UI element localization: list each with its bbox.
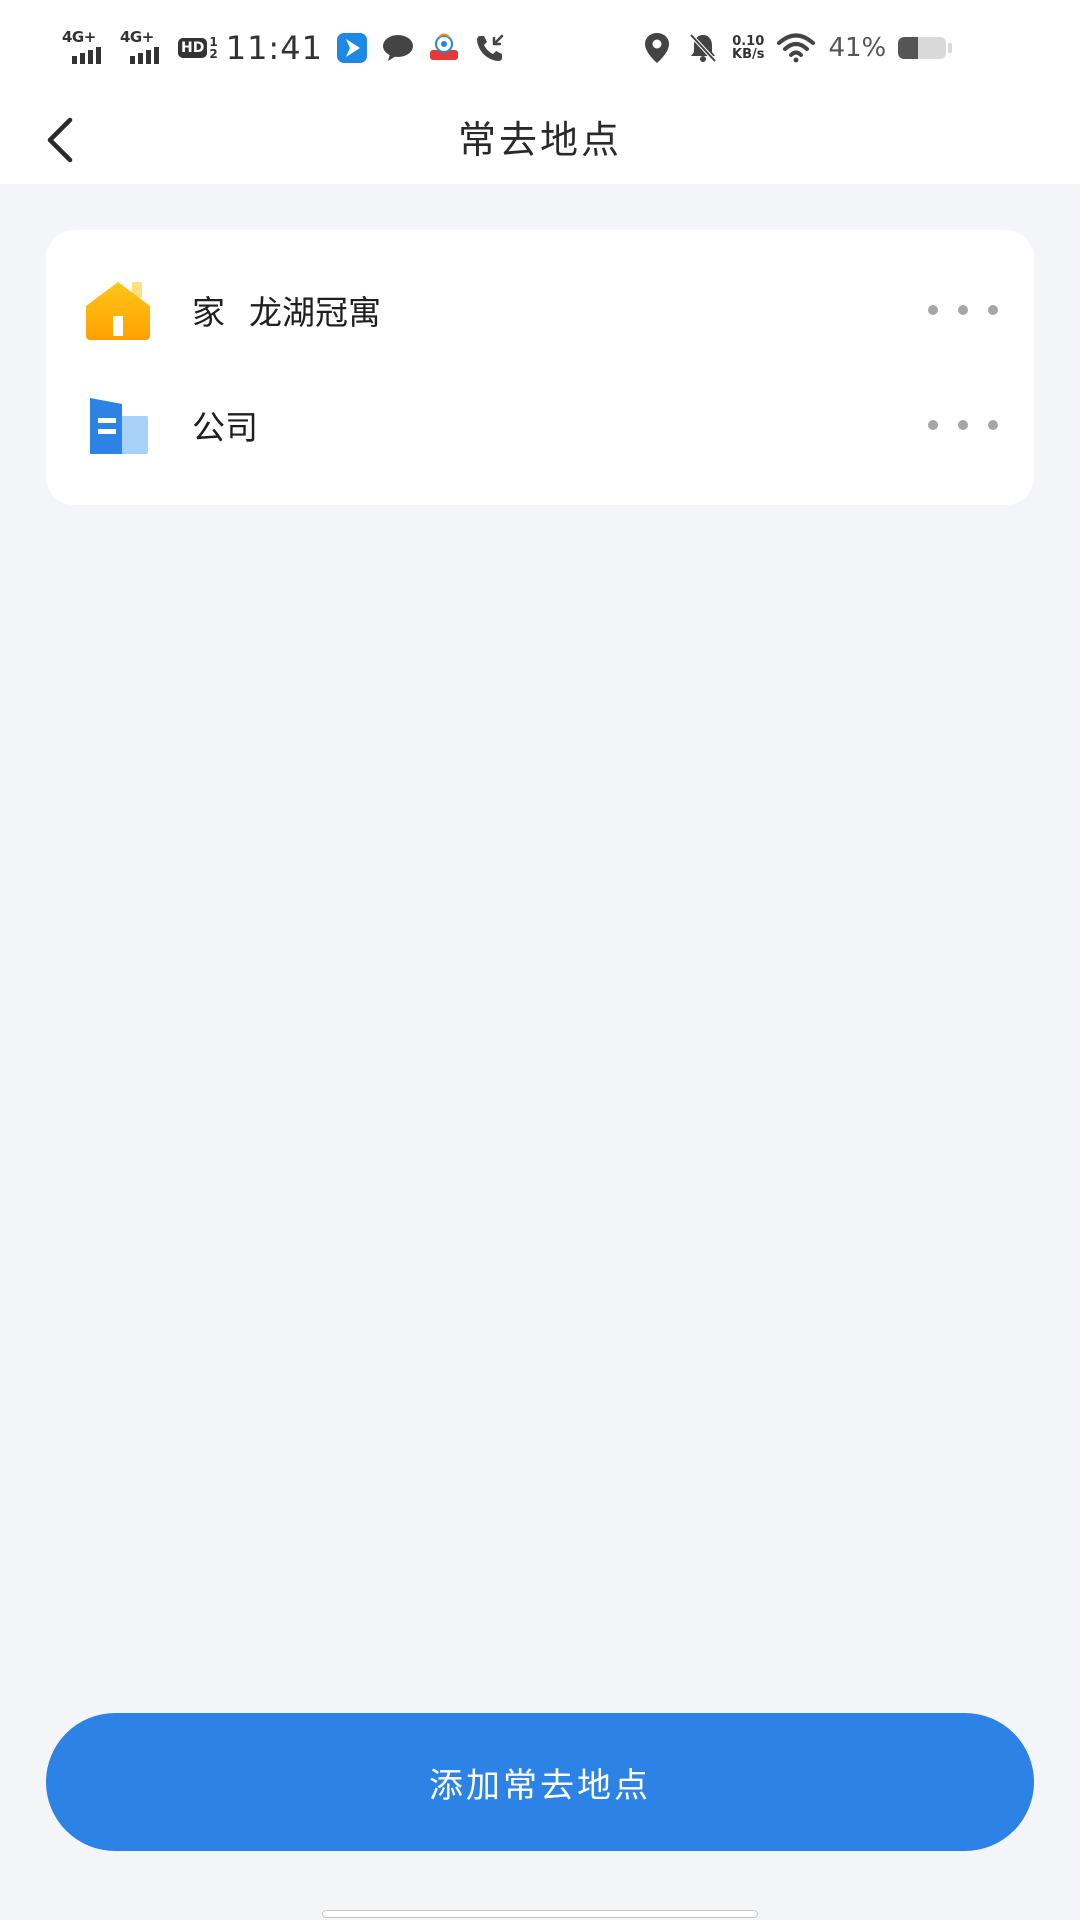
cellular-signal-1: 4G+ <box>62 28 112 68</box>
wifi-icon <box>776 31 816 65</box>
app-icon-mascot <box>427 31 461 65</box>
app-icon-blue-arrow <box>335 31 369 65</box>
battery-tip <box>948 43 953 53</box>
place-name: 家 <box>192 292 225 332</box>
places-card: 家 龙湖冠寓 公司 <box>46 230 1034 505</box>
place-address: 龙湖冠寓 <box>249 292 381 332</box>
place-row-company[interactable]: 公司 <box>46 367 1034 482</box>
home-indicator[interactable] <box>322 1910 758 1918</box>
status-bar-right: 0.10 KB/s 41% <box>640 24 953 72</box>
more-options-button[interactable] <box>928 290 998 330</box>
chat-bubble-icon <box>381 31 415 65</box>
place-label-company: 公司 <box>192 401 282 449</box>
home-icon <box>84 276 152 344</box>
add-frequent-place-button[interactable]: 添加常去地点 <box>46 1713 1034 1851</box>
missed-call-icon <box>473 31 507 65</box>
battery-icon <box>898 37 947 59</box>
network-speed: 0.10 KB/s <box>732 35 764 61</box>
network-type-label-2: 4G+ <box>120 28 154 46</box>
battery-fill <box>898 37 918 59</box>
hd-voice-badge: HD 1 2 <box>178 36 218 60</box>
status-bar: 4G+ 4G+ HD 1 2 11:41 0.10 KB/s 41% <box>0 0 1080 96</box>
location-icon <box>640 31 674 65</box>
place-name: 公司 <box>192 407 258 447</box>
hd-fraction-bottom: 2 <box>209 47 218 61</box>
signal-bars-icon <box>72 47 101 64</box>
battery-percent: 41% <box>828 33 887 63</box>
place-label-home: 家 龙湖冠寓 <box>192 286 381 334</box>
page-title: 常去地点 <box>457 118 622 162</box>
hd-label: HD <box>178 38 208 58</box>
status-bar-left: 4G+ 4G+ HD 1 2 11:41 <box>62 24 519 72</box>
network-type-label-1: 4G+ <box>62 28 96 46</box>
nav-bar: 常去地点 <box>0 96 1080 184</box>
signal-bars-icon <box>130 47 159 64</box>
more-dots-icon <box>928 419 938 430</box>
bell-muted-icon <box>686 31 720 65</box>
more-dots-icon <box>928 304 938 315</box>
more-options-button[interactable] <box>928 405 998 445</box>
status-time: 11:41 <box>225 29 323 67</box>
company-icon <box>84 391 152 459</box>
hd-fraction: 1 2 <box>209 36 217 60</box>
network-speed-unit: KB/s <box>732 47 765 62</box>
cellular-signal-2: 4G+ <box>120 28 170 68</box>
place-row-home[interactable]: 家 龙湖冠寓 <box>46 252 1034 367</box>
